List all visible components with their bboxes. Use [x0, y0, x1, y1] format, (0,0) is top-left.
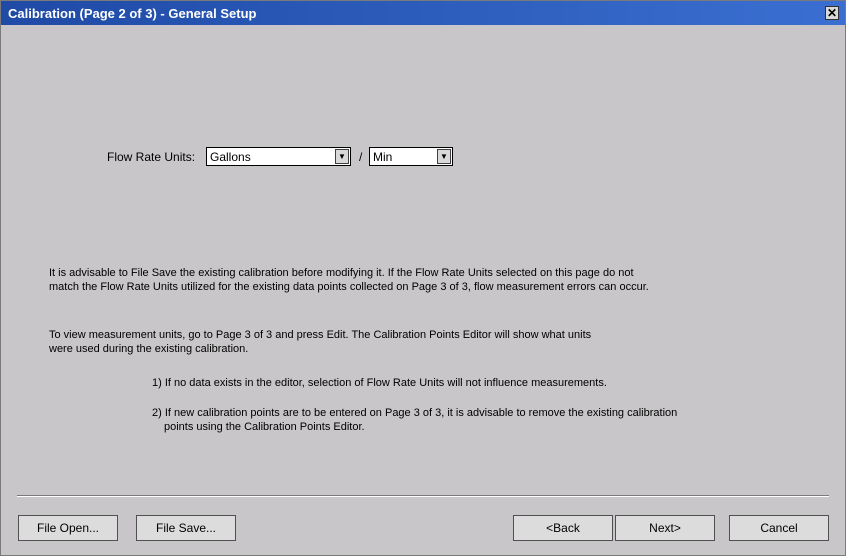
cancel-button[interactable]: Cancel [729, 515, 829, 541]
advisory-text-line: It is advisable to File Save the existin… [49, 267, 634, 279]
volume-unit-value: Gallons [210, 150, 251, 164]
flow-rate-units-label: Flow Rate Units: [107, 150, 196, 164]
volume-unit-select[interactable]: Gallons ▼ [206, 147, 351, 166]
title-bar[interactable]: Calibration (Page 2 of 3) - General Setu… [1, 1, 845, 25]
units-info-line: To view measurement units, go to Page 3 … [49, 329, 592, 341]
unit-separator: / [359, 150, 363, 164]
note-item-2-cont: points using the Calibration Points Edit… [164, 421, 365, 433]
window-title: Calibration (Page 2 of 3) - General Setu… [8, 6, 257, 21]
chevron-down-icon[interactable]: ▼ [335, 149, 349, 164]
calibration-window: Calibration (Page 2 of 3) - General Setu… [0, 0, 846, 556]
note-item-1: 1) If no data exists in the editor, sele… [152, 377, 607, 389]
divider [17, 495, 829, 497]
file-save-button[interactable]: File Save... [136, 515, 236, 541]
chevron-down-icon[interactable]: ▼ [437, 149, 451, 164]
next-button[interactable]: Next> [615, 515, 715, 541]
time-unit-value: Min [373, 150, 393, 164]
close-icon: ✕ [826, 6, 838, 20]
units-info-line: were used during the existing calibratio… [49, 343, 249, 355]
close-button[interactable]: ✕ [825, 6, 839, 20]
file-open-button[interactable]: File Open... [18, 515, 118, 541]
advisory-text-line: match the Flow Rate Units utilized for t… [49, 281, 649, 293]
time-unit-select[interactable]: Min ▼ [369, 147, 453, 166]
back-button[interactable]: <Back [513, 515, 613, 541]
note-item-2: 2) If new calibration points are to be e… [152, 407, 678, 419]
